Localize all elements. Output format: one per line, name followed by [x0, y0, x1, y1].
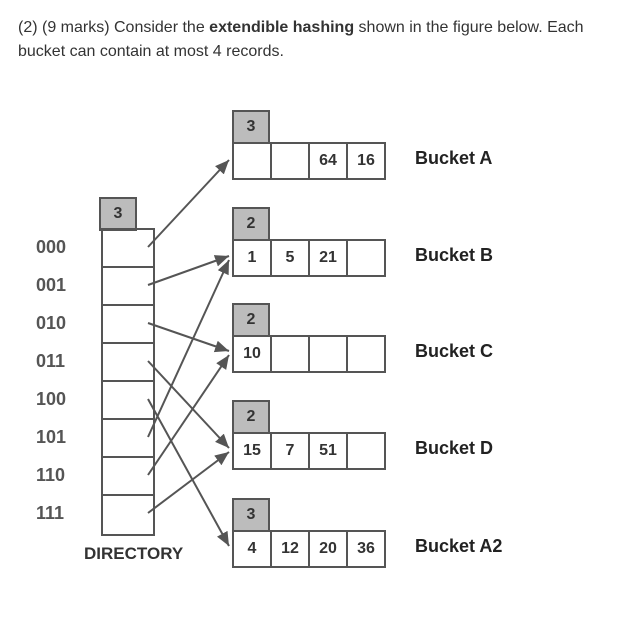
- bucket-c: 2 10: [232, 303, 386, 373]
- bucket-cells: 15 7 51: [232, 432, 386, 470]
- bucket-cell: [270, 142, 310, 180]
- dir-label: 001: [36, 266, 66, 304]
- directory-slot: [103, 458, 153, 496]
- bucket-cell: 4: [232, 530, 272, 568]
- bucket-cell: 64: [308, 142, 348, 180]
- bucket-cell: 7: [270, 432, 310, 470]
- bucket-cell: [346, 239, 386, 277]
- bucket-cells: 64 16: [232, 142, 386, 180]
- bucket-cells: 10: [232, 335, 386, 373]
- bucket-cell: [346, 335, 386, 373]
- bucket-d: 2 15 7 51: [232, 400, 386, 470]
- dir-label: 010: [36, 304, 66, 342]
- bucket-a2: 3 4 12 20 36: [232, 498, 386, 568]
- dir-label: 111: [36, 494, 66, 532]
- directory-slot: [103, 268, 153, 306]
- directory-global-depth: 3: [99, 197, 137, 231]
- bucket-b: 2 1 5 21: [232, 207, 386, 277]
- dir-label: 101: [36, 418, 66, 456]
- bucket-cell: 5: [270, 239, 310, 277]
- bucket-cell: 1: [232, 239, 272, 277]
- bucket-label: Bucket A: [415, 148, 492, 169]
- bucket-local-depth: 3: [232, 498, 270, 532]
- hashing-diagram: 3 000 001 010 011 100 101 110 111 DIRECT…: [0, 70, 643, 610]
- bucket-cell: 15: [232, 432, 272, 470]
- bucket-cell: 21: [308, 239, 348, 277]
- directory-slot: [103, 344, 153, 382]
- question-bold: extendible hashing: [209, 19, 354, 36]
- directory-table: [101, 228, 155, 536]
- dir-label: 000: [36, 228, 66, 266]
- bucket-cells: 1 5 21: [232, 239, 386, 277]
- bucket-label: Bucket C: [415, 341, 493, 362]
- directory-caption: DIRECTORY: [84, 544, 183, 564]
- bucket-cell: [232, 142, 272, 180]
- question-prefix: (2) (9 marks) Consider the: [18, 19, 209, 36]
- dir-label: 100: [36, 380, 66, 418]
- bucket-cell: [270, 335, 310, 373]
- bucket-cell: 36: [346, 530, 386, 568]
- bucket-cells: 4 12 20 36: [232, 530, 386, 568]
- question-text: (2) (9 marks) Consider the extendible ha…: [18, 16, 625, 64]
- bucket-cell: 16: [346, 142, 386, 180]
- bucket-a: 3 64 16: [232, 110, 386, 180]
- bucket-local-depth: 2: [232, 400, 270, 434]
- bucket-cell: [346, 432, 386, 470]
- bucket-label: Bucket B: [415, 245, 493, 266]
- bucket-label: Bucket D: [415, 438, 493, 459]
- directory-slot: [103, 496, 153, 534]
- bucket-local-depth: 3: [232, 110, 270, 144]
- bucket-cell: 12: [270, 530, 310, 568]
- directory-index-labels: 000 001 010 011 100 101 110 111: [36, 228, 66, 532]
- directory-slot: [103, 306, 153, 344]
- bucket-label: Bucket A2: [415, 536, 502, 557]
- bucket-cell: [308, 335, 348, 373]
- dir-label: 110: [36, 456, 66, 494]
- bucket-cell: 51: [308, 432, 348, 470]
- directory-slot: [103, 230, 153, 268]
- bucket-local-depth: 2: [232, 303, 270, 337]
- bucket-cell: 20: [308, 530, 348, 568]
- directory-slot: [103, 420, 153, 458]
- bucket-cell: 10: [232, 335, 272, 373]
- bucket-local-depth: 2: [232, 207, 270, 241]
- dir-label: 011: [36, 342, 66, 380]
- directory-slot: [103, 382, 153, 420]
